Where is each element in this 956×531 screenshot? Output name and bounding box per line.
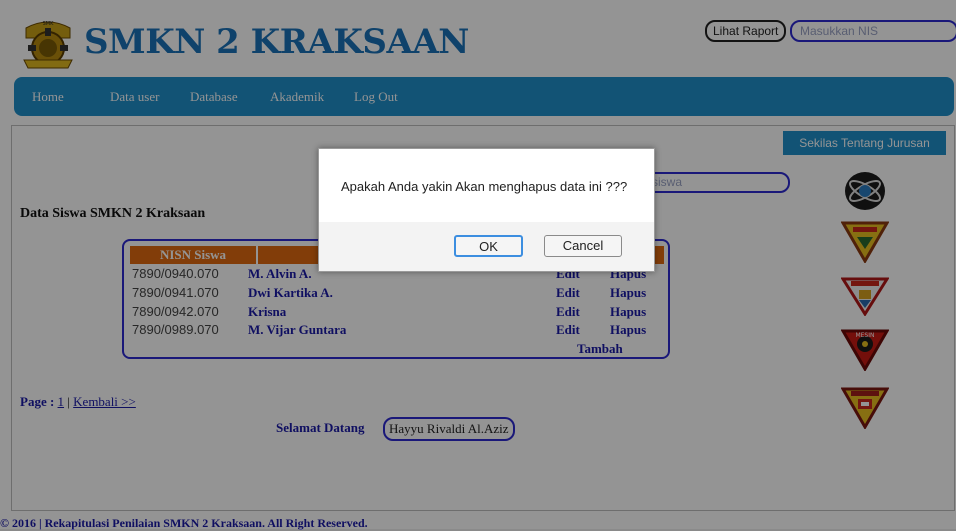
ok-button[interactable]: OK xyxy=(454,235,523,257)
dialog-message: Apakah Anda yakin Akan menghapus data in… xyxy=(341,179,628,194)
cancel-button[interactable]: Cancel xyxy=(544,235,622,257)
confirm-delete-dialog: Apakah Anda yakin Akan menghapus data in… xyxy=(318,148,655,272)
